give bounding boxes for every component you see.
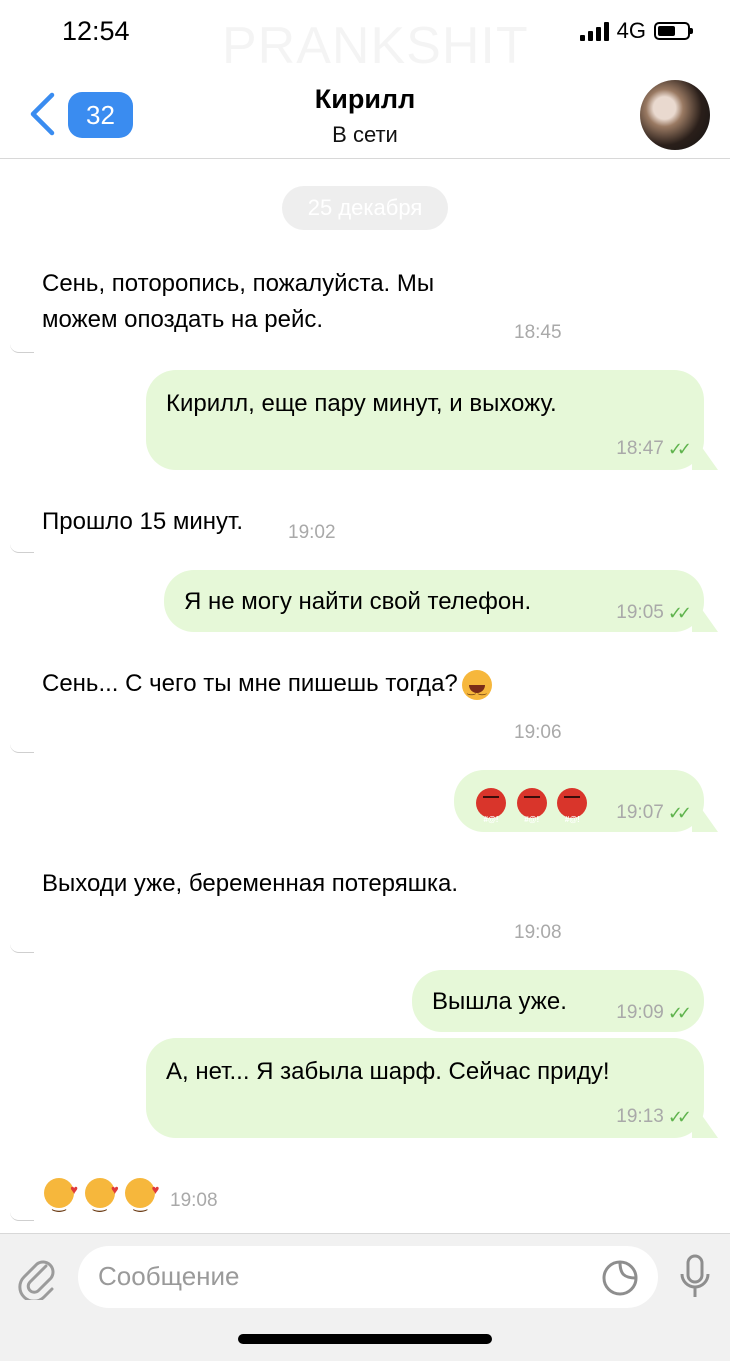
status-indicators: 4G [579,18,693,44]
avatar[interactable] [640,80,710,150]
message-meta: 19:07 ✓✓ [616,802,692,824]
cellular-signal-icon [579,21,609,41]
message-meta: 19:13 ✓✓ [616,1106,692,1128]
incoming-tail [10,744,34,753]
incoming-tail [10,544,34,553]
attach-button[interactable] [18,1256,58,1305]
microphone-icon [680,1254,710,1297]
watermark: PRANKSHIT [222,16,529,76]
message-text-line: можем опоздать на рейс. [42,306,324,333]
incoming-tail [10,944,34,953]
smiling-face-with-hearts-icon [84,1172,119,1222]
message-text: Вышла уже. [432,988,567,1015]
message-meta: 18:47 ✓✓ [616,438,692,460]
outgoing-message[interactable]: Я не могу найти свой телефон. 19:05 ✓✓ [164,570,718,632]
message-time: 18:45 [514,322,562,343]
outgoing-tail [692,610,718,632]
smiling-face-with-hearts-icon [125,1172,159,1222]
face-with-symbols-icon [476,787,506,838]
incoming-message[interactable]: Выходи уже, беременная потеряшка. [42,866,458,902]
message-time: 19:02 [288,522,336,543]
smiling-face-with-hearts-icon [44,1172,78,1222]
incoming-message[interactable]: Сень... С чего ты мне пишешь тогда? [42,666,496,709]
voice-message-button[interactable] [678,1254,712,1305]
chat-header: 32 Кирилл В сети [0,70,730,159]
battery-icon [654,22,693,40]
message-text: Кирилл, еще пару минут, и выхожу. [166,390,557,417]
home-indicator[interactable] [238,1334,492,1344]
outgoing-tail [692,810,718,832]
outgoing-tail [692,448,718,470]
message-text: А, нет... Я забыла шарф. Сейчас приду! [166,1058,610,1085]
message-input[interactable]: Сообщение [78,1246,658,1308]
message-time: 19:09 [616,1002,664,1023]
sticker-button[interactable] [600,1258,640,1303]
message-time: 19:08 [170,1190,218,1211]
message-text: Я не могу найти свой телефон. [184,588,532,615]
message-text: Сень... С чего ты мне пишешь тогда? [42,670,458,697]
status-time: 12:54 [62,16,130,46]
incoming-tail [10,344,34,353]
message-input-placeholder: Сообщение [98,1261,240,1291]
outgoing-message[interactable]: 19:07 ✓✓ [454,770,718,838]
message-time: 19:13 [616,1106,664,1127]
battery-level [658,26,675,36]
double-check-icon: ✓✓ [667,802,692,823]
message-text: Прошло 15 минут. [42,508,244,535]
emoji-row [476,784,591,838]
outgoing-message[interactable]: Кирилл, еще пару минут, и выхожу. 18:47 … [146,370,718,470]
double-check-icon: ✓✓ [667,602,692,623]
message-text-line: Сень, поторопись, пожалуйста. Мы [42,270,435,297]
outgoing-message[interactable]: Вышла уже. 19:09 ✓✓ [412,970,704,1032]
message-text: Выходи уже, беременная потеряшка. [42,870,459,897]
message-time: 19:06 [514,722,562,743]
network-type: 4G [616,18,646,43]
presence-status: В сети [332,122,398,147]
double-check-icon: ✓✓ [667,1106,692,1127]
message-time: 18:47 [616,438,664,459]
outgoing-message[interactable]: А, нет... Я забыла шарф. Сейчас приду! 1… [146,1038,718,1138]
incoming-message[interactable]: Прошло 15 минут. [42,504,243,540]
message-meta: 19:05 ✓✓ [616,602,692,624]
face-with-symbols-icon [516,787,547,838]
date-separator: 25 декабря [282,186,448,230]
incoming-message[interactable]: Сень, поторопись, пожалуйста. Мы можем о… [42,266,434,338]
double-check-icon: ✓✓ [667,1002,692,1023]
contact-name[interactable]: Кирилл [0,84,730,115]
incoming-tail [10,1212,34,1221]
incoming-message[interactable] [44,1172,159,1222]
message-time: 19:08 [514,922,562,943]
message-meta: 19:09 ✓✓ [616,1002,692,1024]
message-time: 19:05 [616,602,664,623]
outgoing-tail [692,1116,718,1138]
face-with-tears-of-joy-icon [461,669,492,709]
message-time: 19:07 [616,802,664,823]
face-with-symbols-icon [557,787,588,838]
double-check-icon: ✓✓ [667,438,692,459]
paperclip-icon [18,1260,55,1303]
sticker-icon [602,1260,638,1296]
